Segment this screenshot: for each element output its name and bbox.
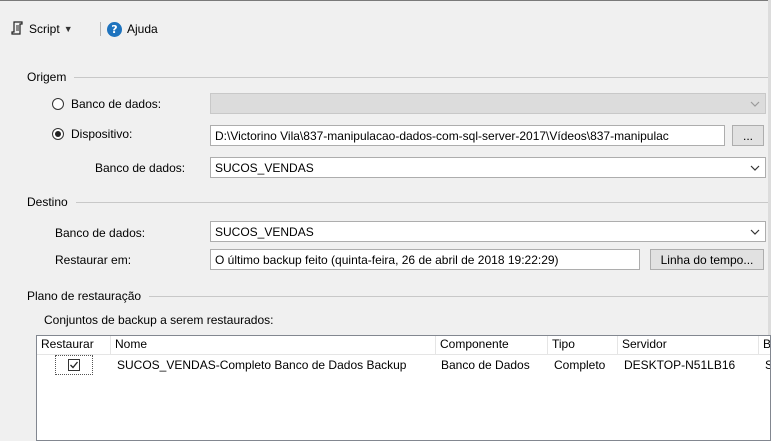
plano-title: Plano de restauração [27, 289, 142, 303]
chevron-down-icon: ▼ [63, 24, 73, 34]
dispositivo-radio[interactable]: Dispositivo: [52, 127, 132, 141]
dispositivo-radio-label: Dispositivo: [71, 127, 133, 141]
script-label: Script [29, 22, 60, 36]
toolbar-separator [100, 22, 101, 36]
banco-de-dados-radio[interactable]: Banco de dados: [52, 97, 161, 111]
radio-button-unchecked[interactable] [52, 98, 64, 110]
destino-title: Destino [27, 195, 68, 209]
column-header-tipo[interactable]: Tipo [548, 336, 618, 354]
checkmark-icon [70, 361, 79, 369]
componente-cell: Banco de Dados [441, 358, 530, 372]
tipo-cell: Completo [554, 358, 606, 372]
origem-database-combo-disabled [210, 93, 766, 114]
script-menu-button[interactable]: Script ▼ [11, 20, 73, 38]
truncated-cell: S [761, 355, 770, 375]
backup-sets-label: Conjuntos de backup a serem restaurados: [44, 313, 274, 327]
group-divider [75, 201, 768, 203]
restaurar-cell[interactable] [37, 355, 111, 375]
column-header-restaurar[interactable]: Restaurar [37, 336, 111, 354]
help-icon: ? [107, 21, 122, 37]
table-row[interactable]: SUCOS_VENDAS-Completo Banco de Dados Bac… [37, 355, 770, 375]
help-button[interactable]: ? Ajuda [107, 20, 158, 38]
restore-to-label: Restaurar em: [55, 253, 132, 267]
grid-header: Restaurar Nome Componente Tipo Servidor … [37, 336, 770, 355]
dest-db-label: Banco de dados: [55, 226, 146, 240]
browse-device-button[interactable]: ... [732, 125, 764, 146]
group-divider [74, 76, 768, 78]
chevron-down-icon [750, 165, 760, 171]
script-icon [11, 20, 25, 38]
origem-group: Origem [27, 70, 768, 84]
plano-group: Plano de restauração [27, 289, 768, 303]
destino-group: Destino [27, 195, 768, 209]
column-header-truncated[interactable]: B [759, 336, 770, 354]
column-header-servidor[interactable]: Servidor [618, 336, 759, 354]
group-divider [149, 295, 768, 297]
help-label: Ajuda [127, 22, 158, 36]
column-header-nome[interactable]: Nome [111, 336, 436, 354]
destination-database-combo[interactable]: SUCOS_VENDAS [210, 221, 766, 242]
chevron-down-icon [750, 229, 760, 235]
column-header-componente[interactable]: Componente [436, 336, 548, 354]
restore-checkbox[interactable] [68, 359, 80, 371]
banco-de-dados-radio-label: Banco de dados: [71, 97, 162, 111]
restore-to-field[interactable]: O último backup feito (quinta-feira, 26 … [210, 249, 640, 270]
radio-button-checked[interactable] [52, 128, 64, 140]
origem-title: Origem [27, 70, 67, 84]
window-top-border [0, 0, 771, 1]
nome-cell: SUCOS_VENDAS-Completo Banco de Dados Bac… [117, 358, 407, 372]
backup-sets-grid[interactable]: Restaurar Nome Componente Tipo Servidor … [36, 335, 771, 441]
source-db-label: Banco de dados: [95, 161, 186, 175]
servidor-cell: DESKTOP-N51LB16 [624, 358, 736, 372]
device-path-field[interactable]: D:\Victorino Vila\837-manipulacao-dados-… [210, 125, 725, 146]
source-database-combo[interactable]: SUCOS_VENDAS [210, 157, 766, 178]
chevron-down-icon [750, 101, 760, 107]
timeline-button[interactable]: Linha do tempo... [650, 249, 764, 270]
